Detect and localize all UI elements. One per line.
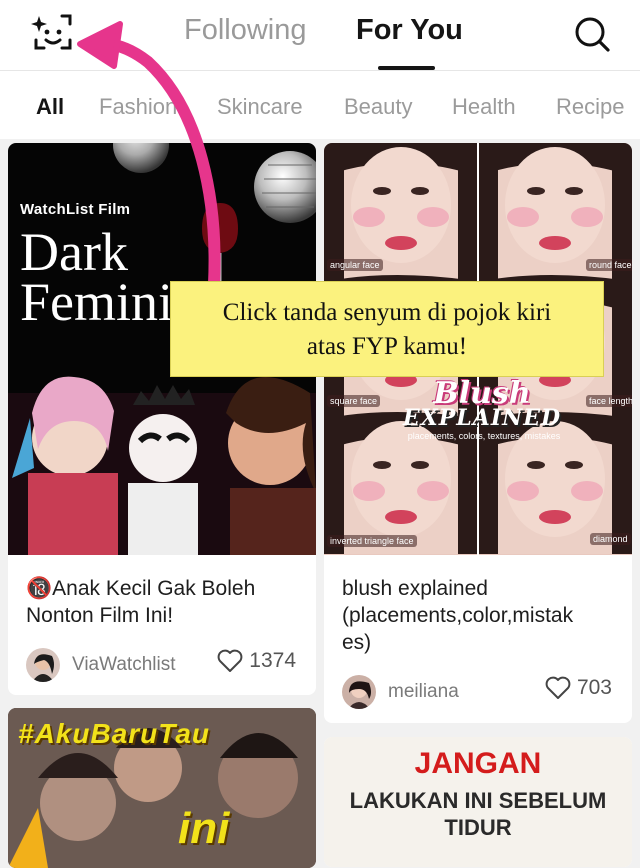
image-brand-text: WatchList Film bbox=[20, 201, 131, 218]
top-navigation-bar: Following For You bbox=[0, 0, 640, 71]
category-fashion[interactable]: Fashion bbox=[99, 94, 177, 120]
post-title-line: es) bbox=[342, 631, 372, 654]
image-headline: Dark Femini bbox=[20, 222, 174, 332]
post-title-line: blush explained bbox=[342, 577, 488, 600]
active-tab-indicator bbox=[378, 66, 435, 70]
image-big-text: ini bbox=[178, 804, 230, 853]
callout-line: atas FYP kamu! bbox=[306, 333, 468, 360]
image-subheadline: LAKUKAN INI SEBELUM TIDUR bbox=[324, 787, 632, 841]
smile-scan-icon bbox=[31, 14, 72, 50]
image-subheadline-line: LAKUKAN INI SEBELUM bbox=[349, 788, 607, 813]
image-subtitle: placements, colors, textures, mistakes bbox=[407, 431, 561, 441]
like-count: 703 bbox=[576, 676, 612, 699]
instruction-callout: Click tanda senyum di pojok kiri atas FY… bbox=[170, 281, 604, 377]
like-button[interactable]: 1374 bbox=[217, 649, 296, 673]
category-bar: All Fashion Skincare Beauty Health Recip… bbox=[0, 71, 640, 139]
tab-for-you[interactable]: For You bbox=[356, 14, 463, 47]
tab-following[interactable]: Following bbox=[184, 14, 307, 47]
like-count: 1374 bbox=[249, 649, 296, 672]
like-button[interactable]: 703 bbox=[545, 676, 612, 700]
image-headline: #AkuBaruTau bbox=[18, 718, 211, 749]
post-card[interactable]: #AkuBaruTau ini bbox=[8, 708, 316, 868]
ai-face-scan-button[interactable] bbox=[30, 12, 76, 56]
face-label: square face bbox=[327, 395, 381, 407]
category-all[interactable]: All bbox=[36, 94, 64, 120]
image-subheadline-line: TIDUR bbox=[444, 815, 512, 840]
face-label: inverted triangle face bbox=[327, 535, 417, 547]
category-recipe[interactable]: Recipe bbox=[556, 94, 624, 120]
image-headline-line-1: Dark bbox=[20, 222, 128, 282]
post-title: 🔞Anak Kecil Gak Boleh Nonton Film Ini! bbox=[26, 577, 256, 627]
post-card[interactable]: JANGAN LAKUKAN INI SEBELUM TIDUR bbox=[324, 737, 632, 867]
face-label: round face bbox=[586, 259, 632, 271]
image-headline-line-2: Femini bbox=[20, 272, 174, 332]
post-author[interactable]: ViaWatchlist bbox=[26, 648, 175, 682]
image-title: Blush EXPLAINED bbox=[382, 379, 582, 431]
post-title: blush explained (placements,color,mistak… bbox=[342, 575, 618, 656]
author-name: ViaWatchlist bbox=[72, 654, 176, 675]
post-author[interactable]: meiliana bbox=[342, 675, 459, 709]
search-icon bbox=[575, 17, 610, 52]
image-headline: JANGAN bbox=[414, 747, 542, 780]
post-cover-image: JANGAN LAKUKAN INI SEBELUM TIDUR bbox=[324, 737, 632, 867]
post-card[interactable]: angular face round face square face face… bbox=[324, 143, 632, 723]
post-card[interactable]: WatchList Film Dark Femini 🔞Anak Kecil G… bbox=[8, 143, 316, 695]
category-beauty[interactable]: Beauty bbox=[344, 94, 413, 120]
category-skincare[interactable]: Skincare bbox=[217, 94, 303, 120]
face-label: face length bbox=[586, 395, 632, 407]
callout-line: Click tanda senyum di pojok kiri bbox=[222, 299, 552, 326]
category-health[interactable]: Health bbox=[452, 94, 516, 120]
post-title-line: (placements,color,mistak bbox=[342, 604, 574, 627]
image-title-line-2: EXPLAINED bbox=[402, 405, 562, 431]
face-label: angular face bbox=[327, 259, 383, 271]
face-label: diamond bbox=[590, 533, 631, 545]
post-cover-image: #AkuBaruTau ini bbox=[8, 708, 316, 868]
search-button[interactable] bbox=[572, 14, 612, 54]
heart-icon bbox=[545, 676, 571, 699]
author-name: meiliana bbox=[388, 681, 459, 702]
avatar bbox=[26, 648, 60, 682]
avatar bbox=[342, 675, 376, 709]
heart-icon bbox=[217, 649, 243, 672]
